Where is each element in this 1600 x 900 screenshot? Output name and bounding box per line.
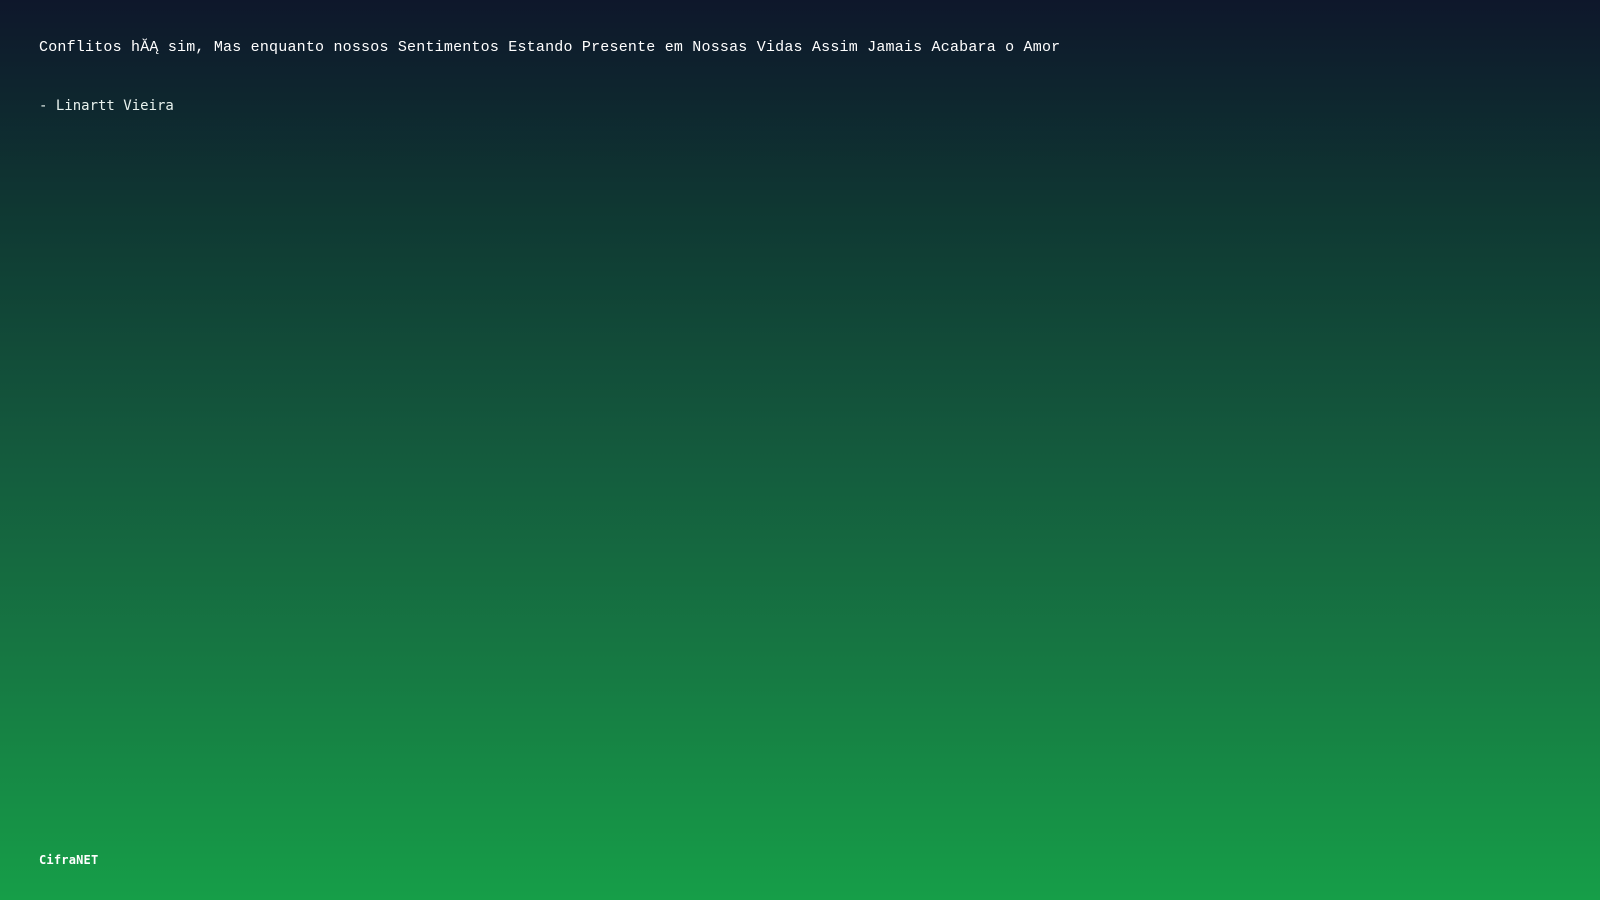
brand-logo-text[interactable]: CifraNET bbox=[39, 853, 98, 867]
quote-text: Conflitos hĂĄ sim, Mas enquanto nossos S… bbox=[39, 39, 1061, 56]
quote-author: - Linartt Vieira bbox=[39, 98, 174, 114]
quote-card: Conflitos hĂĄ sim, Mas enquanto nossos S… bbox=[39, 36, 1539, 116]
